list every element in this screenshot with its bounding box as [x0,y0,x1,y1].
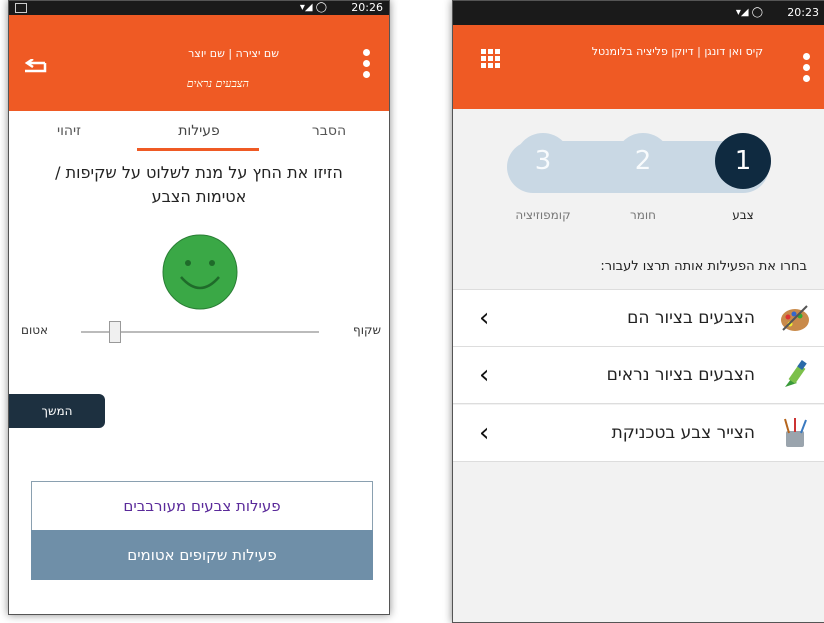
step-2-label: חומר [629,208,657,222]
chevron-left-icon: ‹ [479,303,490,333]
header-title: שם יצירה | שם יוצר [188,47,279,60]
overflow-menu-icon[interactable] [803,53,811,86]
smiley-face-icon [162,234,238,310]
status-bar: ▾◢ ◯ 20:23 [453,1,824,25]
step-2-circle[interactable]: 2 [615,133,671,189]
chevron-left-icon: ‹ [479,360,490,390]
tab-bar: הסבר פעילות זיהוי [9,111,389,151]
status-time: 20:26 [351,1,383,14]
list-item-colors-look[interactable]: הצבעים בציור נראים ‹ [453,347,824,404]
list-item-label: הצבעים בציור הם [627,308,755,328]
choose-activity-prompt: בחרו את הפעילות אותה תרצו לעבור: [600,259,807,274]
back-arrow-icon[interactable] [21,59,47,79]
header-title: קיס ואן דונגן | דיוקן פליציה בלומנטל [591,45,763,58]
paint-jar-icon [784,418,807,447]
palette-icon [781,305,809,331]
tab-identify[interactable]: זיהוי [19,111,119,151]
instruction-text: הזיזו את החץ על מנת לשלוט על שקיפות / אט… [55,163,343,206]
step-1-circle[interactable]: 1 [715,133,771,189]
right-phone-screen: ▾◢ ◯ 20:23 קיס ואן דונגן | דיוקן פליציה … [452,0,824,623]
transparent-label: שקוף [353,323,381,337]
tab-activity[interactable]: פעילות [149,111,249,151]
left-phone-screen: ▾◢ ◯ 20:26 שם יצירה | שם יוצר הצבעים נרא… [8,0,390,615]
status-bar: ▾◢ ◯ 20:26 [9,1,389,15]
overflow-menu-icon[interactable] [363,49,371,82]
signal-battery-icon: ▾◢ ◯ [735,7,763,18]
step-3-circle[interactable]: 3 [515,133,571,189]
chevron-left-icon: ‹ [479,418,490,448]
header-subtitle: הצבעים נראים [186,77,249,90]
app-header: קיס ואן דונגן | דיוקן פליציה בלומנטל [453,25,824,109]
opaque-label: אטום [21,323,49,337]
continue-button[interactable]: המשך [9,394,105,428]
activity-panel: הזיזו את החץ על מנת לשלוט על שקיפות / אט… [9,151,389,614]
list-item-label: הצבעים בציור נראים [606,365,755,385]
signal-battery-icon: ▾◢ ◯ [299,2,327,13]
status-time: 20:23 [787,6,819,19]
transparent-opaque-activity-button[interactable]: פעילות שקופים אטומים [31,530,373,580]
list-item-painter-technique[interactable]: הצייר צבע בטכניקת ‹ [453,405,824,462]
tab-explanation[interactable]: הסבר [279,111,379,151]
step-1-label: צבע [732,208,754,222]
activity-chooser-panel: 3 2 1 קומפוזיציה חומר צבע בחרו את הפעילו… [453,109,824,622]
mixed-colors-activity-button[interactable]: פעילות צבעים מעורבבים [31,481,373,531]
grid-menu-icon[interactable] [481,49,501,69]
opacity-slider-thumb[interactable] [109,321,121,343]
list-item-label: הצייר צבע בטכניקת [611,423,755,443]
app-header: שם יצירה | שם יוצר הצבעים נראים [9,15,389,111]
list-item-colors-are[interactable]: הצבעים בציור הם ‹ [453,289,824,347]
brush-icon [785,360,807,387]
step-3-label: קומפוזיציה [515,208,571,222]
notification-icon [15,3,27,13]
